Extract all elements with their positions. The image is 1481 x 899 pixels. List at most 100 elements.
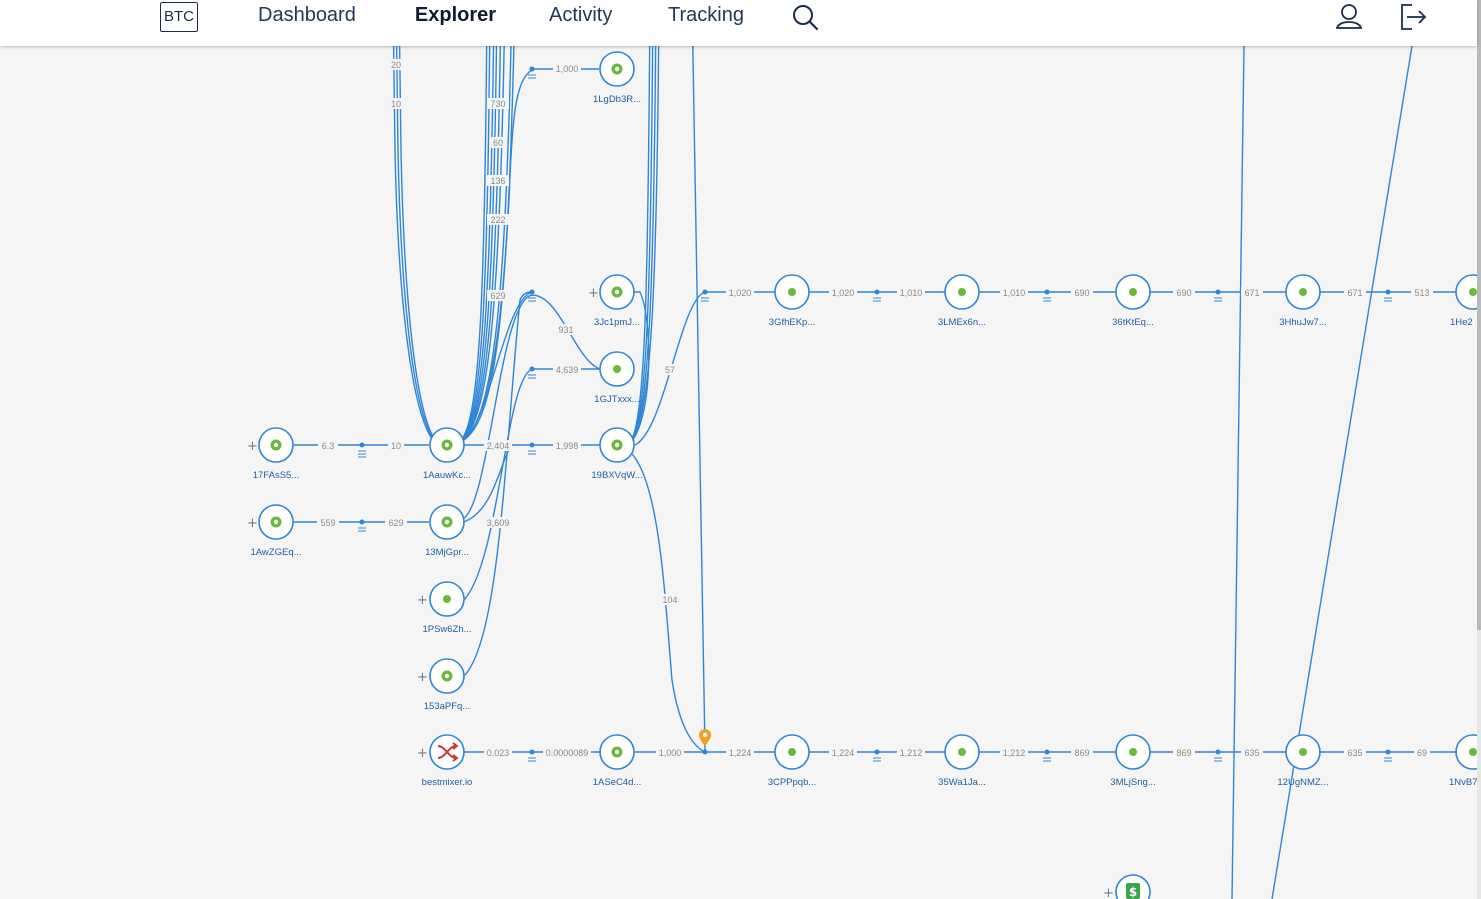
edge-value: 3,609 (487, 518, 510, 528)
edge-value: 10 (391, 99, 401, 109)
address-node[interactable]: 3GfhEKp... (769, 274, 815, 328)
pin-marker-icon[interactable] (699, 729, 711, 746)
address-node[interactable]: 1LgDb3R... (593, 51, 641, 105)
edge-value: 20 (391, 60, 401, 70)
edge-value: 869 (1074, 748, 1089, 758)
edge-value: 1,000 (659, 748, 682, 758)
edge-value: 1,224 (729, 748, 752, 758)
address-label: bestmixer.io (422, 777, 473, 788)
edge-value: 1,998 (556, 441, 579, 451)
edge-value: 60 (493, 138, 503, 148)
address-label: 1LgDb3R... (593, 94, 641, 105)
edge-value: 0.023 (487, 748, 510, 758)
tab-tracking[interactable]: Tracking (668, 0, 744, 46)
edge-value: 671 (1347, 288, 1362, 298)
edge-value: 690 (1074, 288, 1089, 298)
edge-value: 671 (1244, 288, 1259, 298)
edge-value: 1,000 (556, 64, 579, 74)
address-label: 153aPFq... (424, 701, 470, 712)
address-node[interactable]: 1ASeC4d... (593, 734, 642, 788)
expand-plus-icon: + (417, 593, 428, 608)
edge-value: 2,404 (487, 441, 510, 451)
address-node[interactable]: 12UgNMZ... (1277, 734, 1329, 788)
address-label: 1ASeC4d... (593, 777, 642, 788)
edge-value: 869 (1176, 748, 1191, 758)
edge-value: 136 (490, 176, 505, 186)
edge-value: 222 (490, 215, 505, 225)
expand-plus-icon: + (417, 746, 428, 761)
edge-value: 1,020 (832, 288, 855, 298)
address-node[interactable]: 17FAsS5... (253, 427, 299, 481)
edge-value: 10 (391, 441, 401, 451)
address-label: 36tKtEq... (1112, 317, 1154, 328)
exchange-node[interactable]: $ (1115, 874, 1151, 899)
address-label: 19BXVqW... (591, 470, 642, 481)
address-node[interactable]: 3LMEx6n... (938, 274, 986, 328)
address-label: 1GJTxxx... (594, 394, 639, 405)
address-label: 1AauwKc... (423, 470, 471, 481)
edge-value: 0.0000089 (546, 748, 589, 758)
logout-icon[interactable] (1398, 1, 1428, 33)
tab-explorer[interactable]: Explorer (389, 0, 522, 46)
address-label: 13MjGpr... (425, 547, 469, 558)
edge-value: 4,639 (556, 365, 579, 375)
edge-value: 1,224 (832, 748, 855, 758)
expand-plus-icon: + (247, 439, 258, 454)
address-node[interactable]: 1AwZGEq... (250, 504, 302, 558)
expand-plus-icon: + (417, 670, 428, 685)
address-label: 3MLjSng... (1110, 777, 1155, 788)
edge-value: 629 (490, 291, 505, 301)
address-node[interactable]: 3Jc1pmJ... (594, 274, 640, 328)
mixer-node[interactable]: bestmixer.io (422, 734, 473, 788)
search-icon[interactable] (790, 2, 820, 32)
tab-activity[interactable]: Activity (549, 0, 612, 46)
address-label: 35Wa1Ja... (938, 777, 986, 788)
address-node[interactable]: 35Wa1Ja... (938, 734, 986, 788)
address-label: 3CPPpqb... (768, 777, 817, 788)
tab-dashboard[interactable]: Dashboard (258, 0, 356, 46)
edge-value: 513 (1414, 288, 1429, 298)
edge-value: 635 (1347, 748, 1362, 758)
address-label: 1NvB7 (1449, 777, 1477, 788)
address-node[interactable]: 1PSw6Zh... (422, 581, 472, 635)
address-node[interactable]: 3MLjSng... (1110, 734, 1156, 788)
user-icon[interactable] (1333, 1, 1365, 33)
edge-value: 1,212 (1003, 748, 1026, 758)
address-label: 12UgNMZ... (1277, 777, 1328, 788)
graph-edges (294, 0, 1456, 899)
edge-value: 1,212 (900, 748, 923, 758)
address-label: 3HhuJw7... (1279, 317, 1327, 328)
address-node[interactable]: 36tKtEq... (1112, 274, 1154, 328)
expand-plus-icon: + (247, 516, 258, 531)
expand-plus-icons[interactable]: + + + + + + + (247, 286, 1114, 899)
transaction-graph[interactable]: 20 10 730 60 136 222 629 1,000 931 4,639… (0, 0, 1477, 899)
address-label: 1AwZGEq... (250, 547, 301, 558)
address-node[interactable]: 3CPPpqb... (768, 734, 817, 788)
edge-value: 69 (1417, 748, 1427, 758)
edge-value: 57 (665, 365, 675, 375)
edge-value: 6.3 (322, 441, 335, 451)
edge-value: 629 (388, 518, 403, 528)
edge-value: 1,010 (900, 288, 923, 298)
address-node[interactable]: 3HhuJw7... (1279, 274, 1327, 328)
address-label: 3GfhEKp... (769, 317, 815, 328)
address-label: 17FAsS5... (253, 470, 299, 481)
edge-value: 931 (558, 325, 573, 335)
vertical-scrollbar-thumb[interactable] (1477, 0, 1481, 630)
address-label: 1He2 (1450, 317, 1473, 328)
address-node[interactable]: 153aPFq... (424, 658, 470, 712)
address-label: 3LMEx6n... (938, 317, 986, 328)
edge-value: 1,020 (729, 288, 752, 298)
expand-plus-icon: + (588, 286, 599, 301)
address-node[interactable]: 13MjGpr... (425, 504, 469, 558)
edge-value: 559 (320, 518, 335, 528)
address-node[interactable]: 1NvB7 (1449, 734, 1477, 788)
edge-value: 1,010 (1003, 288, 1026, 298)
edge-value: 635 (1244, 748, 1259, 758)
currency-selector[interactable]: BTC (160, 2, 198, 32)
address-label: 3Jc1pmJ... (594, 317, 640, 328)
dollar-icon: $ (1129, 885, 1137, 899)
address-node[interactable]: 1He2 (1450, 274, 1477, 328)
address-node[interactable]: 1GJTxxx... (594, 351, 640, 405)
edge-value: 690 (1176, 288, 1191, 298)
